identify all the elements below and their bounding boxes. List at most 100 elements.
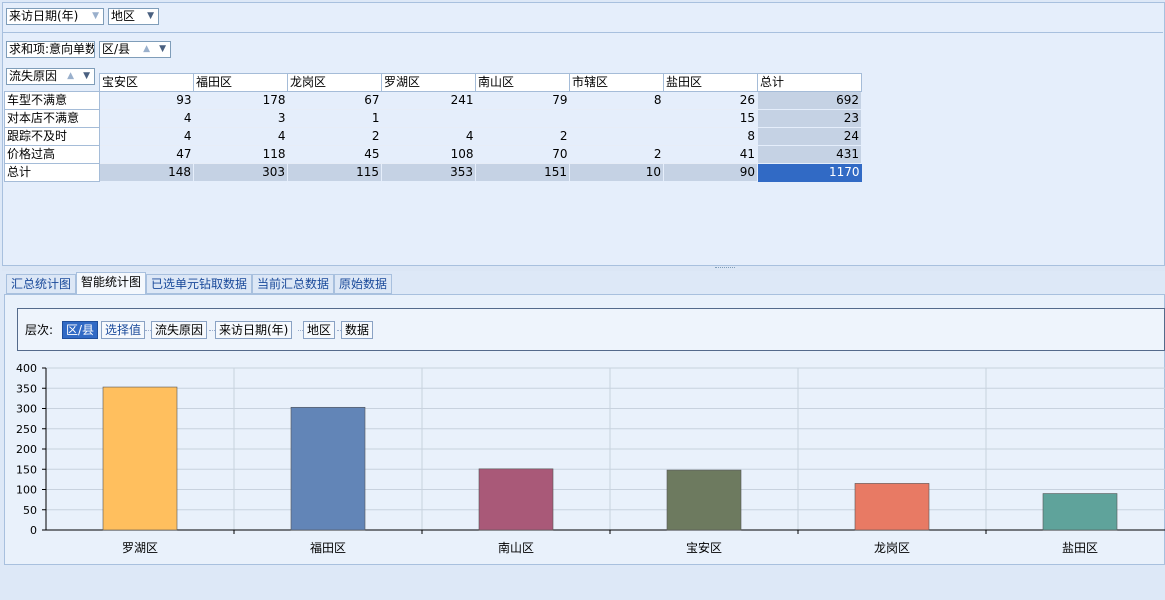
pivot-cell[interactable]: 47: [99, 145, 194, 164]
pivot-cell[interactable]: 26: [663, 91, 758, 110]
y-tick-label: 0: [30, 524, 37, 537]
filter-field-visit-year[interactable]: 来访日期(年) ▼: [6, 8, 104, 25]
pivot-row: 价格过高 47 118 45 108 70 2 41 431: [4, 145, 862, 164]
x-tick-label: 宝安区: [686, 540, 722, 555]
filter-field-label: 来访日期(年): [9, 9, 79, 23]
pivot-column-total[interactable]: 353: [381, 163, 476, 182]
pivot-cell[interactable]: 79: [475, 91, 570, 110]
pivot-row: 对本店不满意 4 3 1 15 23: [4, 109, 862, 128]
divider: [2, 32, 1163, 33]
pivot-cell[interactable]: 1: [287, 109, 382, 128]
level-district[interactable]: 区/县: [62, 321, 99, 339]
splitter-grip-icon[interactable]: [715, 267, 735, 270]
level-label: 层次:: [25, 323, 54, 337]
bar[interactable]: [854, 483, 930, 531]
pivot-cell[interactable]: 45: [287, 145, 382, 164]
pivot-cell[interactable]: 3: [193, 109, 288, 128]
y-tick-label: 200: [16, 443, 37, 456]
tab-summary-chart[interactable]: 汇总统计图: [6, 274, 77, 294]
pivot-cell[interactable]: 4: [193, 127, 288, 146]
bar[interactable]: [290, 406, 366, 531]
row-header[interactable]: 跟踪不及时: [4, 127, 100, 146]
pivot-column-total[interactable]: 303: [193, 163, 288, 182]
bar[interactable]: [478, 468, 554, 531]
column-header[interactable]: 龙岗区: [287, 73, 382, 92]
bar[interactable]: [666, 469, 742, 531]
pivot-table: 宝安区 福田区 龙岗区 罗湖区 南山区 市辖区 盐田区 总计 车型不满意 93 …: [4, 73, 862, 182]
pivot-cell[interactable]: 4: [381, 127, 476, 146]
level-visit-year[interactable]: 来访日期(年): [215, 321, 293, 339]
pivot-cell[interactable]: 108: [381, 145, 476, 164]
pivot-column-total[interactable]: 151: [475, 163, 570, 182]
panel-splitter[interactable]: [2, 266, 1165, 271]
pivot-column-total[interactable]: 148: [99, 163, 194, 182]
column-header-total[interactable]: 总计: [757, 73, 862, 92]
column-field-district[interactable]: 区/县 ▲ ▼: [99, 41, 171, 58]
pivot-cell[interactable]: 15: [663, 109, 758, 128]
data-field-intent-orders[interactable]: 求和项:意向单数: [6, 41, 95, 58]
column-header[interactable]: 宝安区: [99, 73, 194, 92]
dropdown-arrow-icon[interactable]: ▼: [147, 9, 154, 24]
column-header[interactable]: 盐田区: [663, 73, 758, 92]
pivot-column-total[interactable]: 115: [287, 163, 382, 182]
data-field-label: 求和项:意向单数: [9, 42, 95, 56]
pivot-header-row: 宝安区 福田区 龙岗区 罗湖区 南山区 市辖区 盐田区 总计: [5, 73, 862, 92]
pivot-cell[interactable]: 241: [381, 91, 476, 110]
column-header[interactable]: 南山区: [475, 73, 570, 92]
pivot-row-total[interactable]: 24: [757, 127, 862, 146]
level-loss-reason[interactable]: 流失原因: [151, 321, 208, 339]
tab-smart-chart[interactable]: 智能统计图: [76, 272, 147, 295]
tab-raw-data[interactable]: 原始数据: [334, 274, 393, 294]
y-tick-label: 400: [16, 362, 37, 375]
pivot-cell[interactable]: [569, 127, 664, 146]
pivot-row: 跟踪不及时 4 4 2 4 2 8 24: [4, 127, 862, 146]
row-header[interactable]: 价格过高: [4, 145, 100, 164]
dropdown-arrow-icon[interactable]: ▼: [92, 9, 99, 24]
sort-ascending-icon[interactable]: ▲: [143, 42, 150, 57]
pivot-column-total[interactable]: 10: [569, 163, 664, 182]
x-tick-label: 南山区: [498, 540, 534, 555]
filter-field-region[interactable]: 地区 ▼: [108, 8, 159, 25]
pivot-cell[interactable]: [381, 109, 476, 128]
pivot-cell[interactable]: 8: [663, 127, 758, 146]
pivot-row-total[interactable]: 431: [757, 145, 862, 164]
tab-current-summary[interactable]: 当前汇总数据: [252, 274, 335, 294]
pivot-cell[interactable]: 41: [663, 145, 758, 164]
dropdown-arrow-icon[interactable]: ▼: [159, 42, 166, 57]
column-header[interactable]: 福田区: [193, 73, 288, 92]
pivot-cell[interactable]: [569, 109, 664, 128]
row-header[interactable]: 车型不满意: [4, 91, 100, 110]
row-header-total[interactable]: 总计: [4, 163, 100, 182]
pivot-cell[interactable]: 4: [99, 127, 194, 146]
y-tick-label: 150: [16, 463, 37, 476]
pivot-cell[interactable]: 178: [193, 91, 288, 110]
y-tick-label: 300: [16, 403, 37, 416]
pivot-cell[interactable]: 93: [99, 91, 194, 110]
pivot-cell[interactable]: [475, 109, 570, 128]
bar[interactable]: [1042, 493, 1118, 531]
bar[interactable]: [102, 386, 178, 531]
level-region[interactable]: 地区: [303, 321, 336, 339]
pivot-row-total[interactable]: 23: [757, 109, 862, 128]
column-header[interactable]: 市辖区: [569, 73, 664, 92]
pivot-cell[interactable]: 70: [475, 145, 570, 164]
pivot-cell[interactable]: 2: [475, 127, 570, 146]
pivot-cell[interactable]: 8: [569, 91, 664, 110]
pivot-cell[interactable]: 2: [569, 145, 664, 164]
level-data[interactable]: 数据: [341, 321, 374, 339]
pivot-cell[interactable]: 67: [287, 91, 382, 110]
pivot-cell[interactable]: 2: [287, 127, 382, 146]
row-header[interactable]: 对本店不满意: [4, 109, 100, 128]
y-tick-label: 50: [23, 504, 37, 517]
tab-drill-data[interactable]: 已选单元钻取数据: [146, 274, 253, 294]
level-selected-value[interactable]: 选择值: [101, 321, 146, 339]
pivot-column-total[interactable]: 90: [663, 163, 758, 182]
pivot-grand-total[interactable]: 1170: [757, 163, 862, 182]
pivot-cell[interactable]: 118: [193, 145, 288, 164]
column-header[interactable]: 罗湖区: [381, 73, 476, 92]
pivot-cell[interactable]: 4: [99, 109, 194, 128]
pivot-row-total[interactable]: 692: [757, 91, 862, 110]
x-tick-label: 盐田区: [1062, 541, 1098, 555]
tab-strip: 汇总统计图 智能统计图 已选单元钻取数据 当前汇总数据 原始数据: [4, 272, 1165, 295]
district-bar-chart: 0 50 100 150 200 250 300 350 400 罗湖区 福田区 南山区 宝安区 龙岗区 盐…: [16, 362, 1165, 555]
